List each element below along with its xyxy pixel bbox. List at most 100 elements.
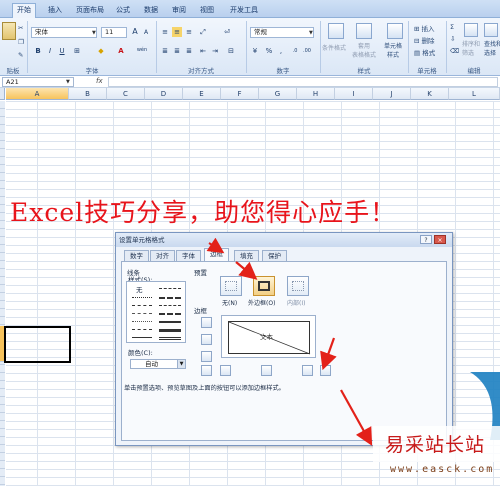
name-box[interactable]: A21 — [2, 77, 74, 87]
row-header[interactable] — [0, 205, 5, 213]
row-header[interactable] — [0, 229, 5, 237]
border-left-button[interactable] — [220, 365, 231, 376]
font-name-box[interactable]: 宋体 — [31, 27, 97, 38]
row-header[interactable] — [0, 413, 5, 421]
grow-font-button[interactable]: A — [130, 27, 140, 37]
tab-data[interactable]: 数据 — [140, 4, 162, 18]
row-header[interactable] — [0, 141, 5, 149]
column-header-a[interactable]: A — [6, 88, 69, 100]
row-header[interactable] — [0, 213, 5, 221]
decrease-decimal-icon[interactable]: .00 — [302, 46, 312, 56]
row-header[interactable] — [0, 253, 5, 261]
row-header[interactable] — [0, 189, 5, 197]
align-bottom-icon[interactable]: ≡ — [184, 27, 194, 37]
select-all-corner[interactable] — [0, 88, 5, 100]
orientation-icon[interactable]: ⤢ — [198, 27, 208, 37]
line-style-list[interactable]: 无 — [126, 281, 186, 343]
line-style-option[interactable] — [132, 305, 152, 306]
line-style-option[interactable] — [159, 288, 181, 289]
line-style-option[interactable] — [132, 297, 152, 298]
column-header-g[interactable]: G — [259, 88, 297, 100]
line-style-option[interactable] — [159, 329, 181, 332]
autosum-icon[interactable]: Σ — [450, 23, 454, 31]
column-header-f[interactable]: F — [221, 88, 259, 100]
comma-button[interactable]: , — [276, 46, 286, 56]
line-style-option[interactable] — [159, 297, 181, 299]
conditional-format-icon[interactable] — [328, 23, 344, 39]
percent-button[interactable]: % — [264, 46, 274, 56]
bold-button[interactable]: B — [33, 46, 43, 56]
tab-home[interactable]: 开始 — [12, 3, 36, 19]
line-style-option[interactable] — [159, 305, 181, 306]
row-header[interactable] — [0, 285, 5, 293]
line-style-option[interactable] — [159, 313, 181, 315]
row-header[interactable] — [0, 317, 5, 325]
row-header[interactable] — [0, 293, 5, 301]
increase-decimal-icon[interactable]: .0 — [290, 46, 300, 56]
border-diagonal-up-button[interactable] — [201, 365, 212, 376]
help-button[interactable]: ? — [420, 235, 432, 244]
line-style-option[interactable] — [132, 337, 152, 338]
row-header[interactable] — [0, 197, 5, 205]
row-header[interactable] — [0, 149, 5, 157]
tab-view[interactable]: 视图 — [196, 4, 218, 18]
number-format-box[interactable]: 常规 — [250, 27, 314, 38]
row-header[interactable] — [0, 397, 5, 405]
line-style-option[interactable] — [132, 329, 152, 330]
column-header-h[interactable]: H — [297, 88, 335, 100]
column-header-i[interactable]: I — [335, 88, 373, 100]
row-header[interactable] — [0, 277, 5, 285]
table-format-icon[interactable] — [356, 23, 372, 39]
chevron-down-icon[interactable]: ▼ — [309, 30, 313, 36]
row-header[interactable] — [0, 429, 5, 437]
increase-indent-icon[interactable]: ⇥ — [210, 46, 220, 56]
find-select-icon[interactable] — [484, 23, 498, 37]
row-header[interactable] — [0, 173, 5, 181]
merge-center-icon[interactable]: ⊟ — [226, 46, 236, 56]
tab-review[interactable]: 审阅 — [168, 4, 190, 18]
insert-cells-button[interactable]: ⊞ 插入 — [414, 23, 435, 33]
tab-formulas[interactable]: 公式 — [112, 4, 134, 18]
row-header[interactable] — [0, 109, 5, 117]
column-header-l[interactable]: L — [449, 88, 500, 100]
fill-color-icon[interactable]: ◆ — [96, 46, 106, 56]
row-header[interactable] — [0, 389, 5, 397]
column-header-c[interactable]: C — [107, 88, 145, 100]
decrease-indent-icon[interactable]: ⇤ — [198, 46, 208, 56]
currency-icon[interactable]: ¥ — [250, 46, 260, 56]
underline-button[interactable]: U — [57, 46, 67, 56]
row-header[interactable] — [0, 373, 5, 381]
tab-border[interactable]: 边框 — [204, 248, 229, 262]
shrink-font-button[interactable]: A — [141, 28, 151, 38]
tab-developer[interactable]: 开发工具 — [226, 4, 262, 18]
cell-style-label[interactable]: 单元格 样式 — [384, 41, 402, 59]
delete-cells-button[interactable]: ⊟ 删除 — [414, 35, 435, 45]
table-format-label[interactable]: 套用 表格格式 — [352, 41, 376, 59]
row-header[interactable] — [0, 269, 5, 277]
insert-function-button[interactable]: fx — [96, 77, 103, 85]
color-select[interactable]: 自动 ▼ — [130, 359, 186, 369]
row-header[interactable] — [0, 445, 5, 453]
format-painter-icon[interactable]: ✎ — [18, 51, 23, 59]
row-header[interactable] — [0, 469, 5, 477]
line-style-none[interactable]: 无 — [136, 284, 143, 294]
selected-cell[interactable] — [4, 326, 71, 363]
fill-icon[interactable]: ⇩ — [450, 35, 455, 43]
tab-insert[interactable]: 插入 — [44, 4, 66, 18]
row-header[interactable] — [0, 133, 5, 141]
align-middle-icon[interactable]: ≡ — [172, 27, 182, 37]
copy-icon[interactable]: ❐ — [18, 38, 24, 46]
border-right-button[interactable] — [302, 365, 313, 376]
row-header[interactable] — [0, 221, 5, 229]
column-header-k[interactable]: K — [411, 88, 449, 100]
cell-style-icon[interactable] — [387, 23, 403, 39]
column-header-d[interactable]: D — [145, 88, 183, 100]
italic-button[interactable]: I — [45, 46, 55, 56]
row-header[interactable] — [0, 477, 5, 485]
paste-icon[interactable] — [2, 22, 16, 40]
row-header[interactable] — [0, 437, 5, 445]
font-size-box[interactable]: 11 — [101, 27, 127, 38]
border-top-button[interactable] — [201, 317, 212, 328]
row-header[interactable] — [0, 261, 5, 269]
row-header[interactable] — [0, 365, 5, 373]
